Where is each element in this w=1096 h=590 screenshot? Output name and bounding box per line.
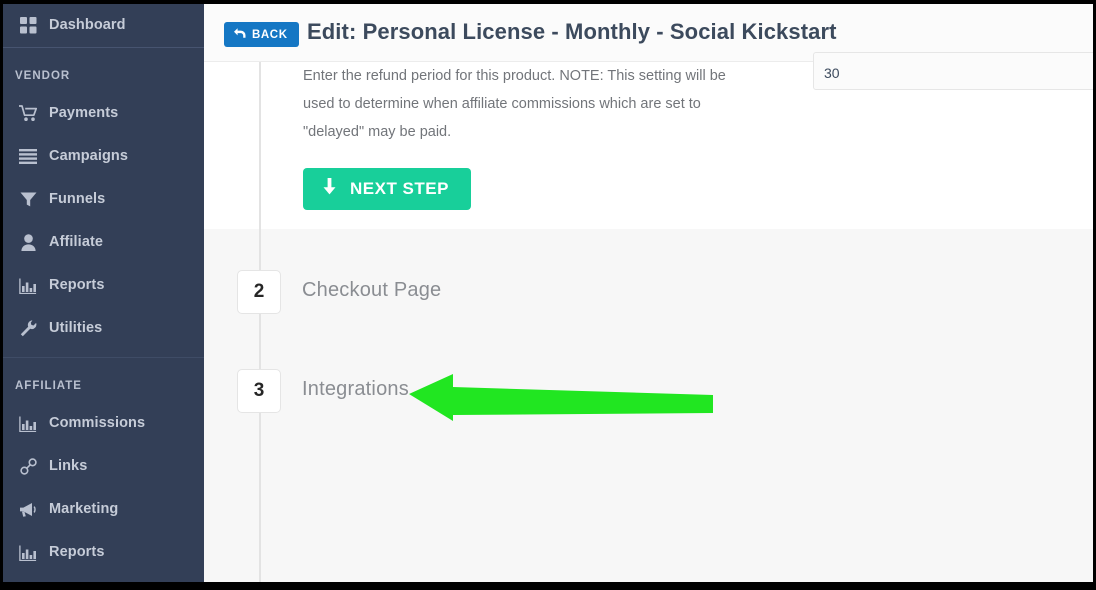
- megaphone-icon: [15, 500, 41, 520]
- refund-period-help-text: Enter the refund period for this product…: [303, 68, 726, 140]
- bar-chart-icon: [15, 276, 41, 296]
- bar-chart-icon: [15, 543, 41, 563]
- next-step-button[interactable]: NEXT STEP: [303, 168, 471, 210]
- back-button-label: BACK: [252, 28, 288, 41]
- sidebar-item-label: Utilities: [49, 319, 103, 336]
- bar-chart-icon: [15, 414, 41, 434]
- sidebar-item-label: Reports: [49, 276, 105, 293]
- next-step-label: NEXT STEP: [350, 179, 449, 198]
- step-label-checkout-page[interactable]: Checkout Page: [302, 279, 441, 302]
- sidebar-item-label: Funnels: [49, 190, 106, 207]
- step-label-integrations[interactable]: Integrations: [302, 378, 409, 401]
- step-one-panel: Enter the refund period for this product…: [204, 52, 1093, 229]
- sidebar-item-affiliate[interactable]: Affiliate: [3, 221, 204, 264]
- app-viewport: Dashboard VENDOR Payments Campaigns Funn…: [3, 4, 1093, 582]
- back-arrow-icon: [233, 26, 246, 44]
- sidebar-item-payments[interactable]: Payments: [3, 92, 204, 135]
- link-icon: [15, 457, 41, 477]
- sidebar-section-vendor: VENDOR: [15, 70, 71, 82]
- sidebar-item-reports-vendor[interactable]: Reports: [3, 264, 204, 307]
- step-row[interactable]: 3 Integrations: [204, 369, 1093, 413]
- funnel-icon: [15, 190, 41, 210]
- step-number-badge[interactable]: 3: [237, 369, 281, 413]
- sidebar-item-campaigns[interactable]: Campaigns: [3, 135, 204, 178]
- sidebar-item-commissions[interactable]: Commissions: [3, 402, 204, 445]
- sidebar-item-utilities[interactable]: Utilities: [3, 307, 204, 350]
- cart-icon: [15, 104, 41, 124]
- arrow-down-icon: [322, 178, 337, 200]
- back-button[interactable]: BACK: [224, 22, 299, 47]
- sidebar-section-affiliate: AFFILIATE: [15, 380, 82, 392]
- sidebar-item-links[interactable]: Links: [3, 445, 204, 488]
- sidebar-item-funnels[interactable]: Funnels: [3, 178, 204, 221]
- sidebar: Dashboard VENDOR Payments Campaigns Funn…: [3, 4, 204, 582]
- user-icon: [15, 233, 41, 253]
- screenshot-root: Dashboard VENDOR Payments Campaigns Funn…: [0, 0, 1096, 590]
- sidebar-item-reports-affiliate[interactable]: Reports: [3, 531, 204, 574]
- sidebar-item-label: Marketing: [49, 500, 119, 517]
- sidebar-item-label: Reports: [49, 543, 105, 560]
- sidebar-item-label: Links: [49, 457, 88, 474]
- sidebar-item-label: Campaigns: [49, 147, 129, 164]
- steps-list: 2 Checkout Page 3 Integrations: [204, 62, 1093, 582]
- list-icon: [15, 147, 41, 167]
- step-number-badge[interactable]: 2: [237, 270, 281, 314]
- sidebar-item-label: Payments: [49, 104, 119, 121]
- steps-timeline-line: [259, 62, 261, 582]
- refund-period-input[interactable]: [813, 52, 1093, 90]
- sidebar-item-label: Commissions: [49, 414, 146, 431]
- sidebar-item-dashboard[interactable]: Dashboard: [3, 4, 204, 47]
- grid-icon: [15, 16, 41, 36]
- wrench-icon: [15, 319, 41, 339]
- sidebar-item-marketing[interactable]: Marketing: [3, 488, 204, 531]
- page-title: Edit: Personal License - Monthly - Socia…: [307, 19, 837, 44]
- step-row[interactable]: 2 Checkout Page: [204, 270, 1093, 314]
- sidebar-item-label: Affiliate: [49, 233, 104, 250]
- sidebar-item-label: Dashboard: [49, 16, 126, 33]
